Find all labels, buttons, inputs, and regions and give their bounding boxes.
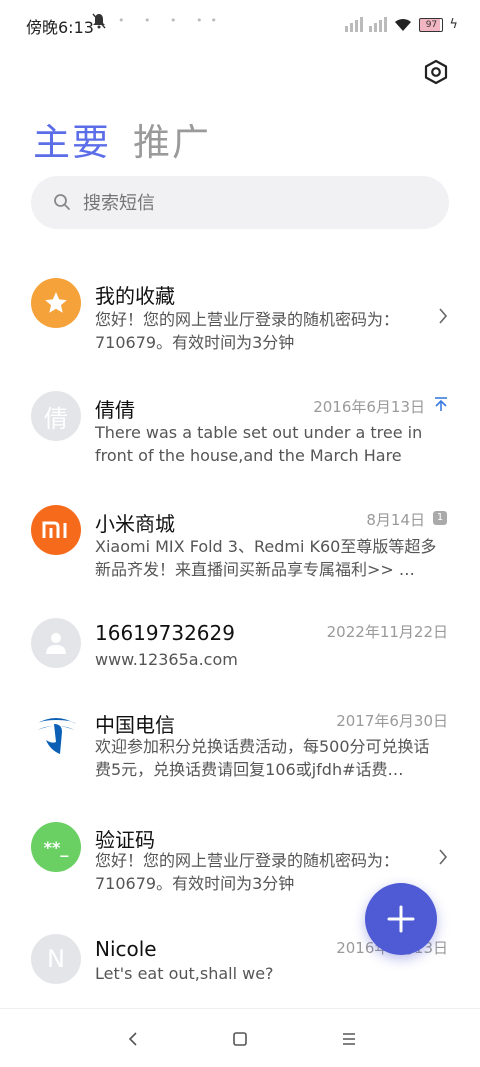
conversation-preview: There was a table set out under a tree i… xyxy=(95,423,423,465)
tab-bar: 主要 推广 xyxy=(33,112,211,166)
settings-button[interactable] xyxy=(421,57,451,87)
battery-level: 97 xyxy=(425,20,438,30)
notification-dots-icon: • • • •• xyxy=(118,14,225,27)
conversation-date: 2022年11月22日 xyxy=(326,623,448,641)
conversation-item[interactable]: 我的收藏 您好！您的网上营业厅登录的随机密码为：710679。有效时间为3分钟 xyxy=(0,258,480,368)
status-icons: 97 ϟ xyxy=(345,16,458,32)
conversation-date: 8月14日 xyxy=(366,511,425,529)
conversation-name: 倩倩 xyxy=(95,398,135,422)
avatar: 倩 xyxy=(31,391,81,441)
conversation-preview: www.12365a.com xyxy=(95,650,238,669)
avatar: N xyxy=(31,934,81,984)
conversation-date: 2016年6月13日 xyxy=(313,398,425,416)
navigation-bar xyxy=(0,1008,480,1067)
conversation-preview: Xiaomi MIX Fold 3、Redmi K60至尊版等超多新品齐发！来直… xyxy=(95,537,437,579)
search-input[interactable] xyxy=(81,176,425,231)
plus-icon xyxy=(387,905,415,933)
conversation-preview: 欢迎参加积分兑换话费活动，每500分可兑换话费5元，兑换话费请回复106或jfd… xyxy=(95,737,430,779)
tab-promotions[interactable]: 推广 xyxy=(133,112,211,166)
conversation-name: Nicole xyxy=(95,937,157,961)
chevron-right-icon xyxy=(439,308,448,324)
star-icon xyxy=(45,292,67,313)
search-bar[interactable] xyxy=(31,176,449,231)
avatar-initial: 倩 xyxy=(44,404,68,433)
signal-icon xyxy=(345,16,364,32)
back-icon xyxy=(128,1032,137,1046)
conversation-item[interactable]: 小米商城 8月14日 1 Xiaomi MIX Fold 3、Redmi K60… xyxy=(0,484,480,594)
person-icon xyxy=(46,633,66,654)
avatar-initial: N xyxy=(47,945,65,973)
conversation-preview: Let's eat out,shall we? xyxy=(95,964,274,983)
avatar xyxy=(31,618,81,668)
unread-badge: 1 xyxy=(433,511,447,525)
home-button[interactable] xyxy=(228,1029,252,1049)
settings-hexagon-icon xyxy=(424,59,448,85)
home-icon xyxy=(233,1032,247,1046)
new-message-button[interactable] xyxy=(365,883,437,955)
avatar xyxy=(31,278,81,328)
conversation-date: 2017年6月30日 xyxy=(336,712,448,730)
conversation-preview: 您好！您的网上营业厅登录的随机密码为：710679。有效时间为3分钟 xyxy=(95,310,400,352)
pin-top-icon xyxy=(435,397,447,411)
conversation-name: 16619732629 xyxy=(95,621,235,645)
charging-icon: ϟ xyxy=(449,17,458,32)
back-button[interactable] xyxy=(121,1029,145,1049)
china-telecom-logo-icon xyxy=(36,718,76,754)
signal-icon xyxy=(369,16,388,32)
avatar xyxy=(31,709,81,759)
search-icon xyxy=(54,194,70,210)
avatar xyxy=(31,505,81,555)
recents-button[interactable] xyxy=(337,1029,361,1049)
conversation-item[interactable]: 16619732629 2022年11月22日 www.12365a.com xyxy=(0,597,480,707)
conversation-name: 中国电信 xyxy=(95,713,175,737)
conversation-name: 小米商城 xyxy=(95,512,175,536)
avatar-initial: **_ xyxy=(43,837,69,857)
status-time: 傍晚6:13 xyxy=(26,18,94,37)
avatar: **_ xyxy=(31,822,81,872)
mi-logo-icon xyxy=(42,521,67,538)
conversation-name: 我的收藏 xyxy=(95,284,175,308)
status-bar: 傍晚6:13 • • • •• 97 ϟ xyxy=(0,0,480,50)
menu-icon xyxy=(343,1033,355,1045)
wifi-icon xyxy=(395,18,412,31)
conversation-item[interactable]: 倩 倩倩 2016年6月13日 There was a table set ou… xyxy=(0,371,480,481)
conversation-item[interactable]: 中国电信 2017年6月30日 欢迎参加积分兑换话费活动，每500分可兑换话费5… xyxy=(0,697,480,807)
battery-icon: 97 xyxy=(419,18,444,32)
tab-primary[interactable]: 主要 xyxy=(33,112,111,166)
chevron-right-icon xyxy=(439,849,448,865)
bell-muted-icon xyxy=(92,13,106,33)
